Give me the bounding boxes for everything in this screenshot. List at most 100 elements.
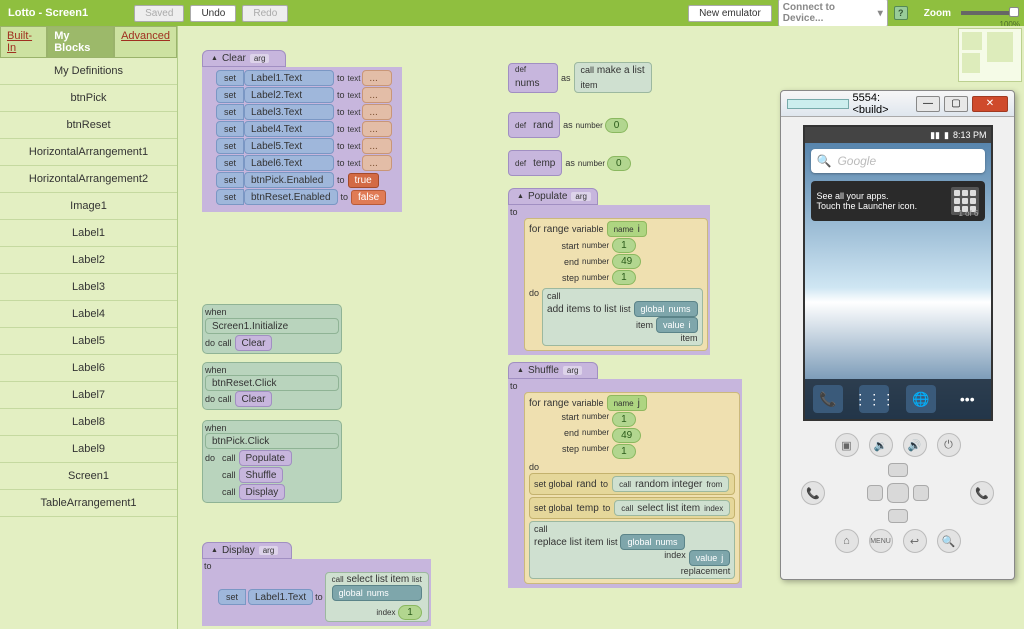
zoom-label: Zoom: [924, 8, 951, 19]
dpad-ok[interactable]: [887, 483, 909, 503]
bool-value[interactable]: true: [348, 173, 379, 188]
text-value[interactable]: ...: [362, 87, 392, 103]
sidebar-item[interactable]: Image1: [0, 193, 177, 220]
minimap[interactable]: [958, 28, 1022, 82]
sidebar-item[interactable]: btnReset: [0, 112, 177, 139]
hangup-button[interactable]: 📞: [970, 481, 994, 505]
set-target[interactable]: Label4.Text: [244, 121, 334, 137]
sidebar-item[interactable]: Label2: [0, 247, 177, 274]
call-clear[interactable]: Clear: [235, 335, 273, 351]
phone-icon[interactable]: 📞: [813, 385, 843, 413]
apps-hint[interactable]: See all your apps. Touch the Launcher ic…: [811, 181, 985, 221]
back-button[interactable]: ↩: [903, 529, 927, 553]
nav-dock: 📞 ⋮⋮⋮ 🌐 •••: [805, 379, 991, 419]
component-list: My DefinitionsbtnPickbtnResetHorizontalA…: [0, 58, 177, 517]
app-header: Lotto - Screen1 Saved Undo Redo New emul…: [0, 0, 1024, 26]
battery-icon: ▮: [944, 130, 949, 141]
sidebar-item[interactable]: Label9: [0, 436, 177, 463]
sidebar-item[interactable]: Label4: [0, 301, 177, 328]
bool-value[interactable]: false: [351, 190, 386, 205]
emulator-title: 5554:<build>: [853, 92, 913, 116]
dpad-down[interactable]: [888, 509, 908, 523]
sidebar-item[interactable]: Label7: [0, 382, 177, 409]
sidebar-item[interactable]: Label8: [0, 409, 177, 436]
clock: 8:13 PM: [953, 130, 987, 140]
block-def-nums[interactable]: def nums as call make a list item: [508, 62, 652, 93]
sidebar-item[interactable]: HorizontalArrangement1: [0, 139, 177, 166]
emulator-titlebar[interactable]: 5554:<build> — ▢ ✕: [781, 91, 1014, 117]
dpad-up[interactable]: [888, 463, 908, 477]
android-mascot-icon: [987, 181, 993, 219]
tab-advanced[interactable]: Advanced: [114, 26, 177, 58]
set-target[interactable]: btnReset.Enabled: [244, 189, 338, 205]
dpad-right[interactable]: [913, 485, 929, 501]
set-target[interactable]: btnPick.Enabled: [244, 172, 334, 188]
block-when-reset[interactable]: when btnReset.Click do call Clear: [202, 362, 342, 410]
hint-pager: 1 of 6: [958, 209, 978, 218]
vol-down-button[interactable]: 🔉: [869, 433, 893, 457]
block-def-rand[interactable]: defrand as number 0: [508, 112, 628, 138]
set-target[interactable]: Label3.Text: [244, 104, 334, 120]
block-proc-populate[interactable]: ▲Populatearg to for range variable name …: [508, 188, 710, 355]
block-proc-shuffle[interactable]: ▲Shufflearg to for rangevariablename j s…: [508, 362, 742, 588]
home-button[interactable]: ⌂: [835, 529, 859, 553]
text-value[interactable]: ...: [362, 138, 392, 154]
chevron-down-icon: ▾: [878, 8, 883, 19]
undo-button[interactable]: Undo: [190, 5, 236, 22]
dpad-left[interactable]: [867, 485, 883, 501]
saved-button: Saved: [134, 5, 184, 22]
text-value[interactable]: ...: [362, 155, 392, 171]
apps-icon[interactable]: ⋮⋮⋮: [859, 385, 889, 413]
browser-icon[interactable]: 🌐: [906, 385, 936, 413]
status-bar: ▮▮ ▮ 8:13 PM: [805, 127, 991, 143]
sidebar-item[interactable]: TableArrangement1: [0, 490, 177, 517]
google-search-bar[interactable]: 🔍 Google: [811, 149, 985, 173]
sidebar-item[interactable]: Screen1: [0, 463, 177, 490]
redo-button: Redo: [242, 5, 288, 22]
set-target[interactable]: Label1.Text: [244, 70, 334, 86]
search-icon: 🔍: [817, 154, 832, 168]
block-when-init[interactable]: when Screen1.Initialize do call Clear: [202, 304, 342, 354]
app-title: Lotto - Screen1: [8, 7, 88, 19]
text-value[interactable]: ...: [362, 70, 392, 86]
sidebar-item[interactable]: Label5: [0, 328, 177, 355]
sidebar-item[interactable]: btnPick: [0, 85, 177, 112]
maximize-button[interactable]: ▢: [944, 96, 968, 112]
tab-my-blocks[interactable]: My Blocks: [47, 26, 114, 58]
camera-button[interactable]: ▣: [835, 433, 859, 457]
phone-screen[interactable]: ▮▮ ▮ 8:13 PM 🔍 Google See all your apps.…: [803, 125, 993, 421]
block-proc-display[interactable]: ▲Displayarg to set Label1.Text to call s…: [202, 542, 431, 626]
sidebar-item[interactable]: Label1: [0, 220, 177, 247]
sidebar-item[interactable]: HorizontalArrangement2: [0, 166, 177, 193]
block-when-pick[interactable]: when btnPick.Click docallPopulate callSh…: [202, 420, 342, 503]
zoom-slider[interactable]: [961, 11, 1016, 15]
set-target[interactable]: Label2.Text: [244, 87, 334, 103]
call-button[interactable]: 📞: [801, 481, 825, 505]
text-value[interactable]: ...: [362, 104, 392, 120]
new-emulator-button[interactable]: New emulator: [688, 5, 772, 22]
connect-device-select[interactable]: Connect to Device...▾: [778, 0, 888, 27]
set-target[interactable]: Label6.Text: [244, 155, 334, 171]
left-tabs: Built-In My Blocks Advanced: [0, 26, 177, 58]
sidebar-item[interactable]: Label3: [0, 274, 177, 301]
text-value[interactable]: ...: [362, 121, 392, 137]
close-button[interactable]: ✕: [972, 96, 1008, 112]
dock-more-icon[interactable]: •••: [952, 385, 982, 413]
search-hw-button[interactable]: 🔍: [937, 529, 961, 553]
minimize-button[interactable]: —: [916, 96, 940, 112]
block-proc-clear[interactable]: ▲ Clear arg setLabel1.Texttotext...setLa…: [202, 50, 402, 212]
set-target[interactable]: Label5.Text: [244, 138, 334, 154]
left-panel: Built-In My Blocks Advanced My Definitio…: [0, 26, 178, 629]
dpad: [863, 463, 933, 523]
sidebar-item[interactable]: My Definitions: [0, 58, 177, 85]
menu-button[interactable]: MENU: [869, 529, 893, 553]
vol-up-button[interactable]: 🔊: [903, 433, 927, 457]
emulator-window[interactable]: 5554:<build> — ▢ ✕ ▮▮ ▮ 8:13 PM 🔍 Google…: [780, 90, 1015, 580]
tab-built-in[interactable]: Built-In: [0, 26, 47, 58]
power-button[interactable]: ⏻: [937, 433, 961, 457]
event-init-label: Screen1.Initialize: [205, 318, 339, 334]
sidebar-item[interactable]: Label6: [0, 355, 177, 382]
help-icon[interactable]: ?: [894, 6, 908, 20]
block-def-temp[interactable]: deftemp as number 0: [508, 150, 631, 176]
app-icon: [787, 99, 849, 109]
